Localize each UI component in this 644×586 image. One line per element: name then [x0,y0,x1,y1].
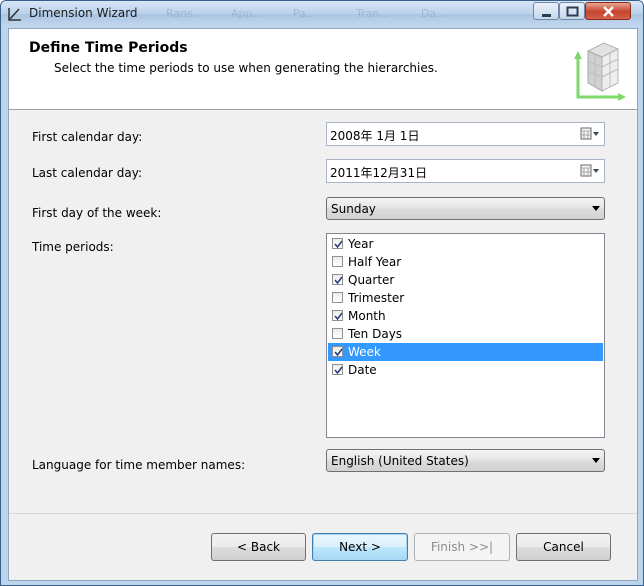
time-periods-label: Time periods: [32,240,114,254]
background-tab-5: Da... [421,7,447,20]
back-button[interactable]: < Back [211,533,306,561]
page-subtitle: Select the time periods to use when gene… [54,61,438,75]
time-period-label: Year [348,237,374,251]
maximize-icon [566,6,579,17]
next-button[interactable]: Next > [312,533,408,561]
page-title: Define Time Periods [29,40,188,56]
first-day-of-week-label: First day of the week: [32,206,162,220]
time-period-trimester[interactable]: Trimester [328,289,603,307]
time-period-half-year[interactable]: Half Year [328,253,603,271]
chevron-down-icon [592,206,600,211]
time-period-ten-days[interactable]: Ten Days [328,325,603,343]
quarter-checkbox[interactable] [332,274,343,285]
time-periods-list[interactable]: Year Half Year Quarter Trimester Month T… [326,233,605,438]
window-title: Dimension Wizard [29,6,138,20]
language-label: Language for time member names: [32,458,246,472]
time-period-label: Date [348,363,377,377]
ten-days-checkbox[interactable] [332,328,343,339]
cancel-button[interactable]: Cancel [516,533,611,561]
finish-button[interactable]: Finish >>| [414,533,510,561]
time-period-month[interactable]: Month [328,307,603,325]
time-period-label: Quarter [348,273,395,287]
first-calendar-day-value: 2008年 1月 1日 [330,129,420,143]
trimester-checkbox[interactable] [332,292,343,303]
checkmark-icon [334,348,343,357]
time-period-label: Week [348,345,381,359]
time-period-label: Month [348,309,386,323]
time-period-year[interactable]: Year [328,235,603,253]
checkmark-icon [334,240,343,249]
minimize-icon [542,14,551,17]
wizard-app-icon [8,8,21,21]
checkmark-icon [334,276,343,285]
checkmark-icon [334,312,343,321]
first-calendar-day-picker[interactable]: 2008年 1月 1日 [326,122,605,146]
chevron-down-icon [592,458,600,463]
close-button[interactable] [585,2,631,20]
dimension-wizard-window: Dimension Wizard Rans... App... Pa... Tr… [0,0,644,586]
background-tab-4: Tran... [356,7,390,20]
time-period-week[interactable]: Week [328,343,603,361]
title-bar[interactable]: Dimension Wizard Rans... App... Pa... Tr… [1,1,643,27]
close-icon [603,6,614,17]
background-tab-1: Rans... [166,7,204,20]
wizard-client-area: Define Time Periods Select the time peri… [8,28,638,581]
minimize-button[interactable] [533,2,559,20]
dimension-cube-icon [574,42,626,101]
time-period-label: Ten Days [348,327,403,341]
month-checkbox[interactable] [332,310,343,321]
time-period-label: Half Year [348,255,402,269]
footer-divider [9,513,637,514]
background-tab-3: Pa... [293,7,317,20]
time-period-date[interactable]: Date [328,361,603,379]
language-value: English (United States) [331,454,469,468]
wizard-header: Define Time Periods Select the time peri… [9,29,637,110]
time-period-quarter[interactable]: Quarter [328,271,603,289]
last-calendar-day-value: 2011年12月31日 [330,166,428,180]
half-year-checkbox[interactable] [332,256,343,267]
calendar-dropdown-icon[interactable] [580,164,600,178]
last-calendar-day-picker[interactable]: 2011年12月31日 [326,159,605,183]
maximize-button[interactable] [559,2,585,20]
language-select[interactable]: English (United States) [326,449,605,472]
background-tab-2: App... [231,7,263,20]
date-checkbox[interactable] [332,364,343,375]
year-checkbox[interactable] [332,238,343,249]
first-day-of-week-select[interactable]: Sunday [326,197,605,220]
calendar-dropdown-icon[interactable] [580,127,600,141]
first-day-of-week-value: Sunday [331,202,376,216]
last-calendar-day-label: Last calendar day: [32,166,143,180]
checkmark-icon [334,366,343,375]
week-checkbox[interactable] [332,346,343,357]
time-period-label: Trimester [348,291,405,305]
first-calendar-day-label: First calendar day: [32,130,143,144]
